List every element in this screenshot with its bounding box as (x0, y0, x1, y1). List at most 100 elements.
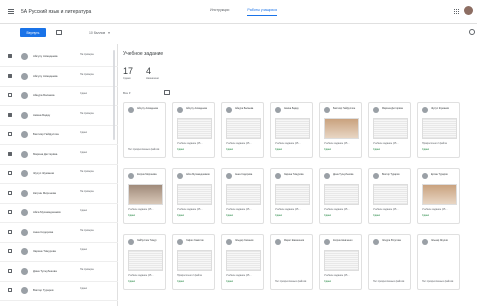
filter-value: Все (123, 91, 129, 95)
student-checkbox[interactable] (8, 73, 12, 78)
student-checkbox[interactable] (8, 112, 12, 117)
student-name[interactable]: Виктор Тураров (33, 288, 73, 292)
attachment-thumbnail[interactable] (324, 184, 359, 205)
submission-card[interactable]: Марина Дегтярёва Учебное задание (25… Сдан… (368, 102, 411, 158)
attachment-thumbnail[interactable] (226, 184, 261, 205)
submission-card[interactable]: Виктор Тураров Учебное задание (25… Сдано (368, 168, 411, 224)
card-avatar (177, 173, 183, 179)
submission-card[interactable]: Эльнар Якупов Нет прикреплённых файлов (417, 234, 460, 290)
student-checkbox[interactable] (8, 288, 12, 292)
student-checkbox[interactable] (8, 171, 12, 175)
submission-card[interactable]: Эльдар Хасанов Учебное задание (25… Сдано (221, 234, 264, 290)
tab-instructions[interactable]: Инструкции (210, 8, 229, 16)
attachment-thumbnail[interactable] (373, 184, 408, 205)
submission-card[interactable]: Айсулу Ахмадеева Нет прикреплённых файлов (123, 102, 166, 158)
student-checkbox[interactable] (8, 210, 12, 214)
attachment-thumbnail[interactable] (324, 250, 359, 271)
student-list-scrollbar[interactable] (113, 50, 115, 140)
submission-card[interactable]: Катрин Шевченко Учебное задание (25… Сдано (319, 234, 362, 290)
settings-gear-icon[interactable] (469, 29, 475, 35)
submission-card[interactable]: Ерлан Тураров Учебное задание (25… Сдано (417, 168, 460, 224)
student-checkbox[interactable] (8, 268, 12, 273)
student-row[interactable]: Зарина Тимурова Сдано (0, 243, 118, 262)
attachment-thumbnail[interactable] (373, 118, 408, 139)
tab-student-work[interactable]: Работы учащихся (247, 8, 278, 16)
attachment-thumbnail[interactable] (177, 118, 212, 139)
folder-icon[interactable] (164, 90, 170, 95)
attachment-thumbnail[interactable] (226, 118, 261, 139)
student-checkbox[interactable] (8, 93, 12, 97)
student-name[interactable]: Зарина Тимурова (33, 249, 73, 253)
attachment-thumbnail[interactable] (128, 250, 163, 271)
attachment-thumbnail[interactable] (324, 118, 359, 139)
student-name[interactable]: Дина Тулеубекова (33, 269, 73, 273)
student-row[interactable]: Айса Мухамедшамов Сдано (0, 204, 118, 223)
submission-card[interactable]: Жусуп Жуманов Прикреплено 2 файла Сдано (417, 102, 460, 158)
attachment-thumbnail[interactable] (226, 250, 261, 271)
submission-card[interactable]: Хафиз Хамитов Прикреплено 2 файла Сдано (172, 234, 215, 290)
student-name[interactable]: Жусуп Жуманов (33, 171, 73, 175)
student-checkbox[interactable] (8, 54, 12, 58)
student-row[interactable]: Бахтияр Гайфуллин Сдано (0, 126, 118, 145)
submission-card[interactable]: Зайбуллин Тимур Учебное задание (25… Сдано (123, 234, 166, 290)
return-button[interactable]: Вернуть (20, 28, 46, 37)
student-name[interactable]: Айсулу Ахмадеева (33, 54, 73, 58)
student-name[interactable]: Айнура Балаева (33, 93, 73, 97)
submission-card[interactable]: Катрин Миронова Учебное задание (25… Сдано (123, 168, 166, 224)
account-avatar[interactable] (464, 6, 473, 15)
attachment-thumbnail[interactable] (275, 118, 310, 139)
student-row[interactable]: Дина Тулеубекова На проверке (0, 263, 118, 282)
top-bar: 5А Русский язык и литература Инструкции … (0, 0, 477, 24)
submission-card[interactable]: Айнура Балаева Учебное задание (25… Сдано (221, 102, 264, 158)
student-name[interactable]: Анна Сидорова (33, 230, 73, 234)
attachment-thumbnail[interactable] (177, 184, 212, 205)
student-name[interactable]: Бахтияр Гайфуллин (33, 132, 73, 136)
card-file-label: Учебное задание (25… (373, 142, 399, 145)
student-row[interactable]: Марина Дегтярёва Сдано (0, 146, 118, 165)
student-name[interactable]: Амина Бадау (33, 113, 73, 117)
attachment-thumbnail[interactable] (177, 250, 212, 271)
attachment-thumbnail[interactable] (275, 184, 310, 205)
student-row[interactable]: Виктор Тураров Сдано (0, 282, 118, 301)
stat-assigned: 4 Назначено (146, 66, 159, 80)
student-name[interactable]: Катрин Миронова (33, 191, 73, 195)
submission-card[interactable]: Бахтияр Гайфуллин Учебное задание (25… Сда… (319, 102, 362, 158)
student-row[interactable]: Катрин Миронова На проверке (0, 185, 118, 204)
card-file-label: Учебное задание (25… (177, 208, 203, 211)
submission-card[interactable]: Элнура Юсупова Нет прикреплённых файлов (368, 234, 411, 290)
submission-card[interactable]: Айса Мухамедшамов Учебное задание (25… Сда… (172, 168, 215, 224)
student-checkbox[interactable] (8, 190, 12, 195)
attachment-thumbnail[interactable] (128, 184, 163, 205)
points-select[interactable]: 10 баллов ▾ (89, 31, 110, 35)
submission-card[interactable]: Амина Бадау Учебное задание (25… Сдано (270, 102, 313, 158)
filter-select[interactable]: Все ▾ (123, 91, 131, 95)
student-row[interactable]: Жусуп Жуманов На проверке (0, 165, 118, 184)
student-checkbox[interactable] (8, 151, 12, 156)
card-student-name: Анна Сидорова (235, 173, 253, 176)
student-checkbox[interactable] (8, 132, 12, 136)
attachment-thumbnail[interactable] (422, 118, 457, 139)
student-checkbox[interactable] (8, 229, 12, 234)
email-icon[interactable] (56, 30, 62, 35)
student-name[interactable]: Айсулу Ахмадеева (33, 74, 73, 78)
submission-card[interactable]: Дина Тулеубекова Учебное задание (25… Сдан… (319, 168, 362, 224)
student-row[interactable]: Анна Сидорова На проверке (0, 224, 118, 243)
submission-card[interactable]: Анна Сидорова Учебное задание (25… Сдано (221, 168, 264, 224)
class-title[interactable]: 5А Русский язык и литература (21, 9, 91, 15)
menu-icon[interactable] (8, 9, 14, 14)
card-student-name: Эльдар Хасанов (235, 239, 254, 242)
student-row[interactable]: Амина Бадау На проверке (0, 107, 118, 126)
student-row[interactable]: Айнура Балаева Сдано (0, 87, 118, 106)
card-avatar (226, 239, 232, 245)
apps-grid-icon[interactable] (454, 9, 459, 14)
submission-card[interactable]: Айсулу Ахмадеева Учебное задание (25… Сдан… (172, 102, 215, 158)
submission-card[interactable]: Зарина Тимурова Учебное задание (25… Сдано (270, 168, 313, 224)
student-name[interactable]: Айса Мухамедшамов (33, 210, 73, 214)
submission-card[interactable]: Марат Шамшинов Нет прикреплённых файлов (270, 234, 313, 290)
student-name[interactable]: Марина Дегтярёва (33, 152, 73, 156)
student-row[interactable]: Айсулу Ахмадеева На проверке (0, 68, 118, 87)
student-row[interactable]: Айсулу Ахмадеева На проверке (0, 48, 118, 67)
attachment-thumbnail[interactable] (422, 184, 457, 205)
student-checkbox[interactable] (8, 249, 12, 253)
card-status: Сдано (177, 214, 185, 217)
